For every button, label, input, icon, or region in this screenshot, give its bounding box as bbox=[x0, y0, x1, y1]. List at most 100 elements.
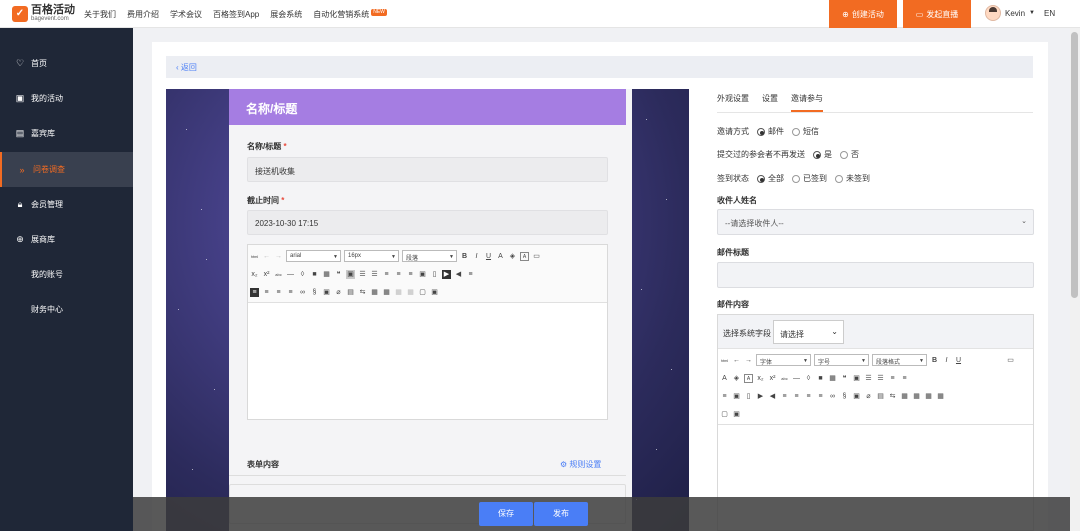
row-spacing-icon[interactable]: ≡ bbox=[720, 392, 729, 401]
insert-table-icon[interactable]: ▦ bbox=[900, 392, 909, 401]
sidebar-item-members[interactable]: 🔒︎ 会员管理 bbox=[0, 187, 133, 222]
paste-icon[interactable]: ▣ bbox=[346, 269, 355, 279]
rtl-icon[interactable]: ◀ bbox=[454, 270, 463, 279]
table-row-icon[interactable]: ▦ bbox=[912, 392, 921, 401]
nav-academic[interactable]: 学术会议 bbox=[170, 9, 202, 20]
undo-icon[interactable]: ← bbox=[262, 252, 271, 261]
media-icon[interactable]: ▤ bbox=[876, 392, 885, 401]
superscript-icon[interactable]: x² bbox=[262, 270, 271, 279]
insert-image-icon[interactable]: ▣ bbox=[852, 392, 861, 401]
insert-table-icon[interactable]: ▦ bbox=[370, 288, 379, 297]
file-icon[interactable]: ▯ bbox=[744, 392, 753, 401]
bold-icon[interactable]: B bbox=[460, 252, 469, 261]
merge-cells-icon[interactable]: ▦ bbox=[936, 392, 945, 401]
line-height-icon[interactable]: ≡ bbox=[888, 374, 897, 383]
recipient-select[interactable]: --请选择收件人-- ⌄ bbox=[717, 209, 1034, 235]
media-icon[interactable]: ▤ bbox=[346, 288, 355, 297]
unordered-list-icon[interactable]: ☰ bbox=[876, 374, 885, 383]
paste-icon[interactable]: ▣ bbox=[852, 374, 861, 383]
align-left-icon[interactable]: ≡ bbox=[250, 287, 259, 297]
sidebar-item-home[interactable]: ♡ 首页 bbox=[0, 46, 133, 81]
nav-checkin-app[interactable]: 百格签到App bbox=[213, 9, 259, 20]
font-family-select[interactable]: arial ▼ bbox=[286, 250, 341, 262]
preview-icon[interactable]: ▭ bbox=[532, 252, 541, 261]
table-row-icon[interactable]: ▦ bbox=[382, 288, 391, 297]
save-button[interactable]: 保存 bbox=[479, 502, 533, 526]
align-justify-icon[interactable]: ≡ bbox=[816, 392, 825, 401]
align-center-icon[interactable]: ≡ bbox=[792, 392, 801, 401]
radio-sms[interactable]: 短信 bbox=[792, 126, 819, 137]
font-color-icon[interactable]: A bbox=[496, 252, 505, 261]
tab-appearance[interactable]: 外观设置 bbox=[717, 93, 749, 112]
undo-icon[interactable]: ← bbox=[732, 356, 741, 365]
source-icon[interactable]: html bbox=[720, 356, 729, 365]
unlink-icon[interactable]: § bbox=[310, 288, 319, 297]
redo-icon[interactable]: → bbox=[744, 356, 753, 365]
subscript-icon[interactable]: x₂ bbox=[756, 374, 765, 383]
save-icon[interactable]: ▣ bbox=[430, 288, 439, 297]
nav-about[interactable]: 关于我们 bbox=[84, 9, 116, 20]
superscript-icon[interactable]: x² bbox=[768, 374, 777, 383]
eraser-icon[interactable]: ◊ bbox=[804, 374, 813, 383]
ltr-icon[interactable]: ▶ bbox=[442, 269, 451, 279]
pagebreak-icon[interactable]: ⇆ bbox=[358, 288, 367, 297]
quote-icon[interactable]: ❝ bbox=[334, 270, 343, 279]
source-icon[interactable]: html bbox=[250, 252, 259, 261]
save-icon[interactable]: ▣ bbox=[732, 410, 741, 419]
table-icon[interactable]: ▦ bbox=[322, 270, 331, 279]
underline-icon[interactable]: U bbox=[954, 356, 963, 365]
line-height-icon[interactable]: ≡ bbox=[394, 270, 403, 279]
attachment-icon[interactable]: ⌀ bbox=[334, 288, 343, 297]
radio-yes[interactable]: 是 bbox=[813, 149, 832, 160]
paragraph-spacing-icon[interactable]: ≡ bbox=[406, 270, 415, 279]
tab-invite[interactable]: 邀请参与 bbox=[791, 93, 823, 112]
font-size-select[interactable]: 16px ▼ bbox=[344, 250, 399, 262]
sidebar-item-account[interactable]: 我的账号 bbox=[0, 257, 133, 292]
deadline-input[interactable]: 2023-10-30 17:15 bbox=[247, 210, 608, 235]
redo-icon[interactable]: → bbox=[274, 252, 283, 261]
indent-icon[interactable]: ≡ bbox=[382, 270, 391, 279]
align-right-icon[interactable]: ≡ bbox=[274, 288, 283, 297]
nav-pricing[interactable]: 费用介绍 bbox=[127, 9, 159, 20]
strikethrough-icon[interactable]: abc bbox=[780, 374, 789, 383]
format-brush-icon[interactable]: ■ bbox=[816, 374, 825, 383]
name-input[interactable]: 接送机收集 bbox=[247, 157, 608, 182]
back-link[interactable]: ‹ 返回 bbox=[176, 62, 197, 73]
nav-exhibition[interactable]: 展会系统 bbox=[270, 9, 302, 20]
sysfield-select[interactable]: 请选择 ⌄ bbox=[773, 320, 844, 344]
language-switch[interactable]: EN bbox=[1044, 9, 1055, 18]
create-event-button[interactable]: ⊕ 创建活动 bbox=[829, 0, 897, 28]
format-brush-icon[interactable]: ■ bbox=[310, 270, 319, 279]
font-color-icon[interactable]: A bbox=[720, 374, 729, 383]
nav-marketing[interactable]: 自动化营销系统 NEW bbox=[313, 8, 387, 20]
sidebar-item-exhibitors[interactable]: ⊕ 展商库 bbox=[0, 222, 133, 257]
align-justify-icon[interactable]: ≡ bbox=[286, 288, 295, 297]
radio-all[interactable]: 全部 bbox=[757, 173, 784, 184]
table-col-icon[interactable]: ▦ bbox=[394, 288, 403, 297]
link-icon[interactable]: ∞ bbox=[298, 288, 307, 297]
file-icon[interactable]: ▯ bbox=[430, 270, 439, 279]
rule-settings-link[interactable]: ⚙ 规则设置 bbox=[560, 459, 601, 470]
mail-format-select[interactable]: 段落格式 ▼ bbox=[872, 354, 927, 366]
user-menu[interactable]: Kevin ▼ bbox=[985, 5, 1035, 21]
clear-format-icon[interactable]: A bbox=[520, 251, 529, 261]
radio-checked-in[interactable]: 已签到 bbox=[792, 173, 827, 184]
paragraph-select[interactable]: 段落 ▼ bbox=[402, 250, 457, 262]
image-icon[interactable]: ▣ bbox=[418, 270, 427, 279]
preview-icon[interactable]: ▭ bbox=[1006, 356, 1015, 365]
radio-email[interactable]: 邮件 bbox=[757, 126, 784, 137]
italic-icon[interactable]: I bbox=[472, 252, 481, 261]
bg-color-icon[interactable]: ◈ bbox=[732, 374, 741, 383]
unordered-list-icon[interactable]: ☰ bbox=[370, 270, 379, 279]
insert-image-icon[interactable]: ▣ bbox=[322, 288, 331, 297]
link-icon[interactable]: ∞ bbox=[828, 392, 837, 401]
sidebar-item-survey[interactable]: » 问卷调查 bbox=[0, 152, 133, 187]
eraser-icon[interactable]: ◊ bbox=[298, 270, 307, 279]
tab-settings[interactable]: 设置 bbox=[762, 93, 778, 112]
pagebreak-icon[interactable]: ⇆ bbox=[888, 392, 897, 401]
table-icon[interactable]: ▦ bbox=[828, 374, 837, 383]
align-left-icon[interactable]: ≡ bbox=[780, 392, 789, 401]
subscript-icon[interactable]: x₂ bbox=[250, 270, 259, 279]
align-right-icon[interactable]: ≡ bbox=[804, 392, 813, 401]
subject-input[interactable] bbox=[717, 262, 1034, 288]
